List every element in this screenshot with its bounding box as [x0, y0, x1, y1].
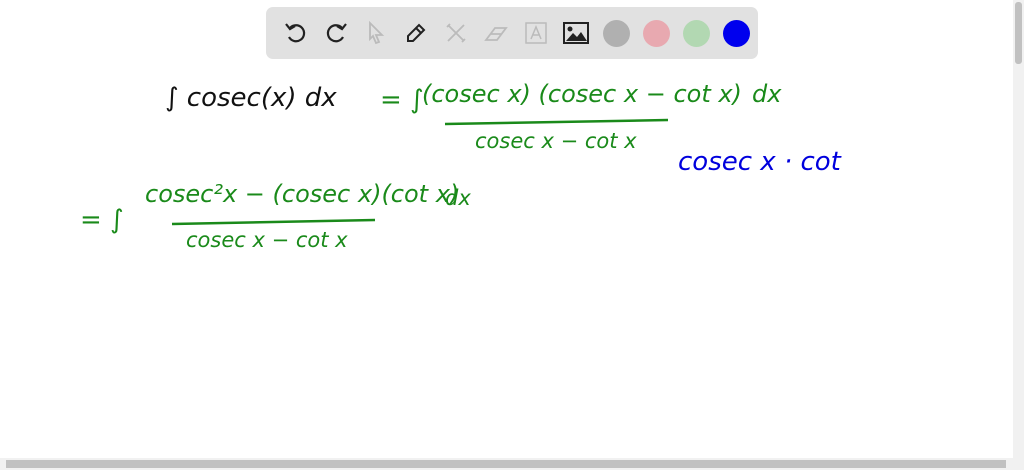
color-green[interactable]: [676, 13, 716, 53]
color-pink[interactable]: [636, 13, 676, 53]
fraction-bar: [171, 218, 376, 226]
pen-icon[interactable]: [396, 13, 436, 53]
side-note: cosec x · cot: [678, 147, 842, 177]
text-icon[interactable]: [516, 13, 556, 53]
equation-line2-numerator: (cosec x) (cosec x − cot x): [422, 80, 742, 108]
drawing-toolbar: [266, 7, 758, 59]
undo-icon[interactable]: [276, 13, 316, 53]
color-blue[interactable]: [716, 13, 756, 53]
equation-line3-denominator: cosec x − cot x: [186, 228, 348, 252]
equation-line3-prefix: = ∫: [80, 205, 124, 235]
horizontal-scroll-thumb[interactable]: [6, 460, 1006, 468]
equation-line2-prefix: = ∫: [380, 85, 424, 115]
eraser-icon[interactable]: [476, 13, 516, 53]
equation-line3-dx: dx: [445, 186, 471, 210]
select-icon[interactable]: [356, 13, 396, 53]
equation-line2-denominator: cosec x − cot x: [475, 129, 637, 153]
redo-icon[interactable]: [316, 13, 356, 53]
equation-line2-dx: dx: [752, 80, 782, 108]
tools-icon[interactable]: [436, 13, 476, 53]
horizontal-scrollbar[interactable]: [0, 458, 1024, 470]
vertical-scrollbar[interactable]: [1013, 0, 1024, 458]
color-gray[interactable]: [596, 13, 636, 53]
equation-line3-numerator: cosec²x − (cosec x)(cot x): [145, 180, 459, 208]
whiteboard-canvas[interactable]: ∫ cosec(x) dx = ∫ (cosec x) (cosec x − c…: [0, 0, 1012, 458]
vertical-scroll-thumb[interactable]: [1015, 2, 1022, 64]
fraction-bar: [444, 118, 669, 126]
image-icon[interactable]: [556, 13, 596, 53]
original-integral: ∫ cosec(x) dx: [165, 83, 337, 113]
